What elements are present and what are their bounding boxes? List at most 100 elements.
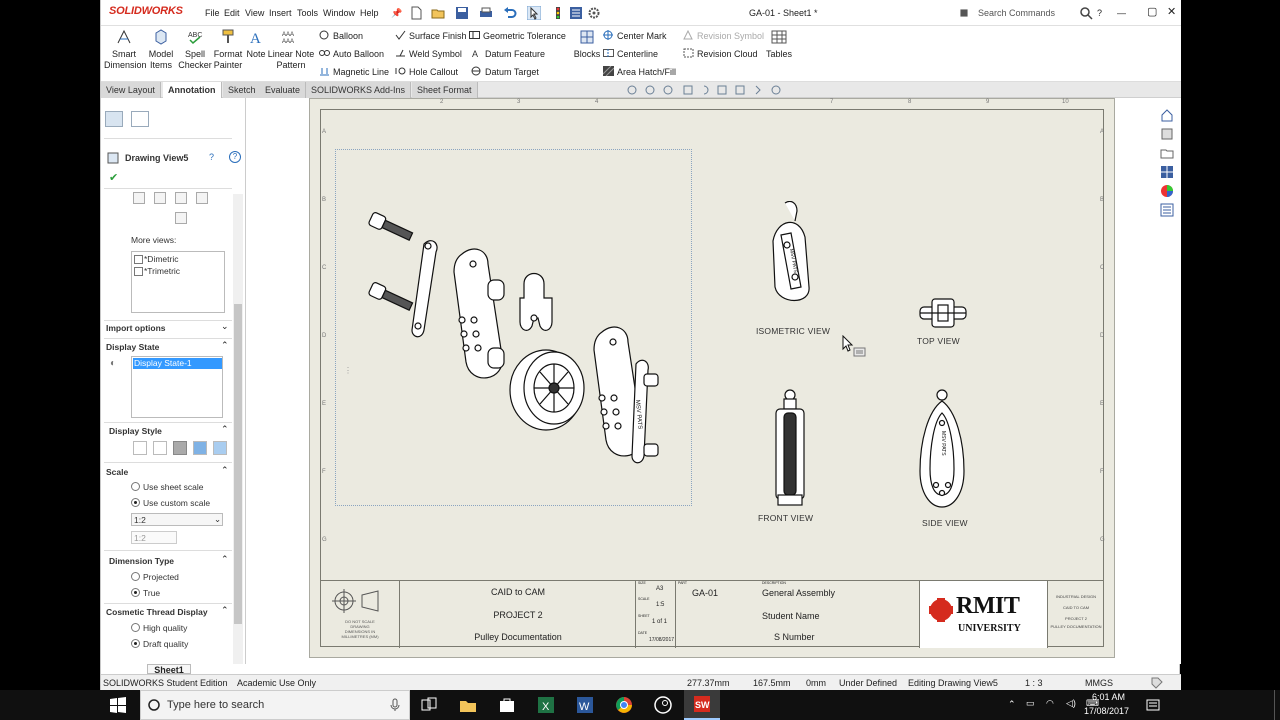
drawing-sheet[interactable]: 2 3 4 7 8 9 10 A B C D E F G A B C D E F… [309,98,1115,658]
panel-scrollbar[interactable] [233,194,243,664]
view-palette-icon[interactable] [1160,165,1174,179]
design-library-icon[interactable] [1160,146,1174,160]
tag-icon[interactable] [1151,677,1163,689]
property-manager-tab-icon[interactable] [131,111,149,127]
model-items-button[interactable]: Model Items [145,28,177,71]
spell-checker-button[interactable]: ABC Spell Checker [178,28,212,71]
scale-select[interactable]: 1:2 ⌄ [131,513,223,526]
exploded-drawing-view-selected[interactable]: MSV PATS [335,149,692,506]
view-orientation-front-icon[interactable] [133,192,145,204]
centerline-button[interactable]: Centerline [603,48,658,59]
datum-feature-button[interactable]: A Datum Feature [471,48,545,59]
solidworks-taskbar-button[interactable]: SW [684,690,720,720]
revision-symbol-button[interactable]: Revision Symbol [683,30,764,41]
store-icon[interactable] [498,696,516,714]
tray-time[interactable]: 6:01 AM [1092,692,1125,702]
new-document-icon[interactable] [409,6,423,20]
options-gear-icon[interactable] [587,6,601,20]
wireframe-style-icon[interactable] [133,441,147,455]
draft-quality-radio[interactable] [131,639,140,648]
status-units[interactable]: MMGS [1085,678,1113,688]
smart-dimension-button[interactable]: Smart Dimension [103,28,147,71]
display-state-item[interactable]: Display State-1 [133,358,222,369]
projected-radio[interactable] [131,572,140,581]
save-icon[interactable] [455,6,469,20]
steam-icon[interactable] [654,696,672,714]
task-view-icon[interactable] [420,696,438,714]
blocks-button[interactable]: Blocks [573,28,601,60]
panel-info-icon[interactable]: ? [229,151,241,163]
window-minimize-icon[interactable]: — [1117,8,1126,18]
undo-icon[interactable] [503,6,517,20]
trimetric-checkbox[interactable] [134,267,143,276]
tab-sketch[interactable]: Sketch [223,82,262,98]
hidden-visible-style-icon[interactable] [153,441,167,455]
magnetic-line-button[interactable]: Magnetic Line [319,66,389,77]
tab-evaluate[interactable]: Evaluate [260,82,307,98]
display-state-header[interactable]: Display State [106,342,159,352]
tray-volume-icon[interactable]: ◁) [1066,698,1076,709]
menu-view[interactable]: View [245,8,264,18]
linear-note-pattern-button[interactable]: AAA AAA Linear Note Pattern [267,28,315,71]
auto-balloon-button[interactable]: Auto Balloon [319,48,384,59]
menu-file[interactable]: File [205,8,220,18]
excel-icon[interactable]: X [537,696,555,714]
high-quality-radio[interactable] [131,623,140,632]
tab-annotation[interactable]: Annotation [163,82,222,98]
status-scale[interactable]: 1 : 3 [1025,678,1043,688]
microphone-icon[interactable] [389,698,401,712]
datum-target-button[interactable]: Datum Target [471,66,539,77]
feature-manager-tab-icon[interactable] [105,111,123,127]
window-close-icon[interactable]: ✕ [1167,5,1176,18]
view-orientation-bottom-icon[interactable] [196,192,208,204]
import-options-header[interactable]: Import options [106,323,166,333]
custom-properties-icon[interactable] [1160,203,1174,217]
panel-splitter-handle[interactable]: ⋮ [344,366,352,375]
view-orientation-back-icon[interactable] [175,212,187,224]
word-icon[interactable]: W [576,696,594,714]
pin-icon[interactable]: 📌 [391,8,402,19]
ok-check-icon[interactable]: ✔ [109,171,118,184]
taskbar-search-box[interactable]: Type here to search [140,690,410,720]
view-orientation-top-icon[interactable] [154,192,166,204]
menu-edit[interactable]: Edit [224,8,240,18]
chevron-up-icon-3[interactable]: ⌃ [221,465,229,476]
print-icon[interactable] [479,6,493,20]
note-button[interactable]: A Note [245,28,267,60]
heads-up-view-toolbar[interactable] [626,84,796,96]
format-painter-button[interactable]: Format Painter [212,28,244,71]
graphics-area[interactable]: 2 3 4 7 8 9 10 A B C D E F G A B C D E F… [247,98,1181,664]
dimetric-checkbox[interactable] [134,255,143,264]
home-icon[interactable] [1160,108,1174,122]
chevron-up-icon[interactable]: ⌃ [221,340,229,351]
view-orientation-right-icon[interactable] [175,192,187,204]
display-style-header[interactable]: Display Style [109,426,162,436]
dimension-type-header[interactable]: Dimension Type [109,556,174,566]
sheet1-tab[interactable]: Sheet1 [147,664,191,675]
tray-battery-icon[interactable]: ▭ [1026,698,1035,709]
action-center-icon[interactable] [1146,698,1160,712]
surface-finish-button[interactable]: Surface Finish [395,30,467,41]
tables-button[interactable]: Tables [763,28,795,60]
chevron-up-icon-5[interactable]: ⌃ [221,605,229,616]
appearances-icon[interactable] [1160,184,1174,198]
help-question-icon[interactable]: ? [1097,8,1102,18]
center-mark-button[interactable]: Center Mark [603,30,667,41]
tray-date[interactable]: 17/08/2017 [1084,706,1129,716]
shaded-style-icon[interactable] [213,441,227,455]
weld-symbol-button[interactable]: Weld Symbol [395,48,462,59]
true-radio[interactable] [131,588,140,597]
hidden-removed-style-icon[interactable] [173,441,187,455]
cosmetic-thread-header[interactable]: Cosmetic Thread Display [106,607,208,617]
chevron-down-icon[interactable]: ⌄ [221,321,229,332]
chrome-icon[interactable] [615,696,633,714]
tab-solidworks-add-ins[interactable]: SOLIDWORKS Add-Ins [306,82,412,98]
balloon-button[interactable]: Balloon [319,30,363,41]
windows-start-icon[interactable] [110,697,126,713]
panel-scrollbar-thumb[interactable] [234,304,242,624]
chevron-up-icon-2[interactable]: ⌃ [221,424,229,435]
file-explorer-icon[interactable] [459,696,477,714]
use-sheet-scale-radio[interactable] [131,482,140,491]
open-icon[interactable] [431,6,445,20]
tab-sheet-format[interactable]: Sheet Format [412,82,478,98]
